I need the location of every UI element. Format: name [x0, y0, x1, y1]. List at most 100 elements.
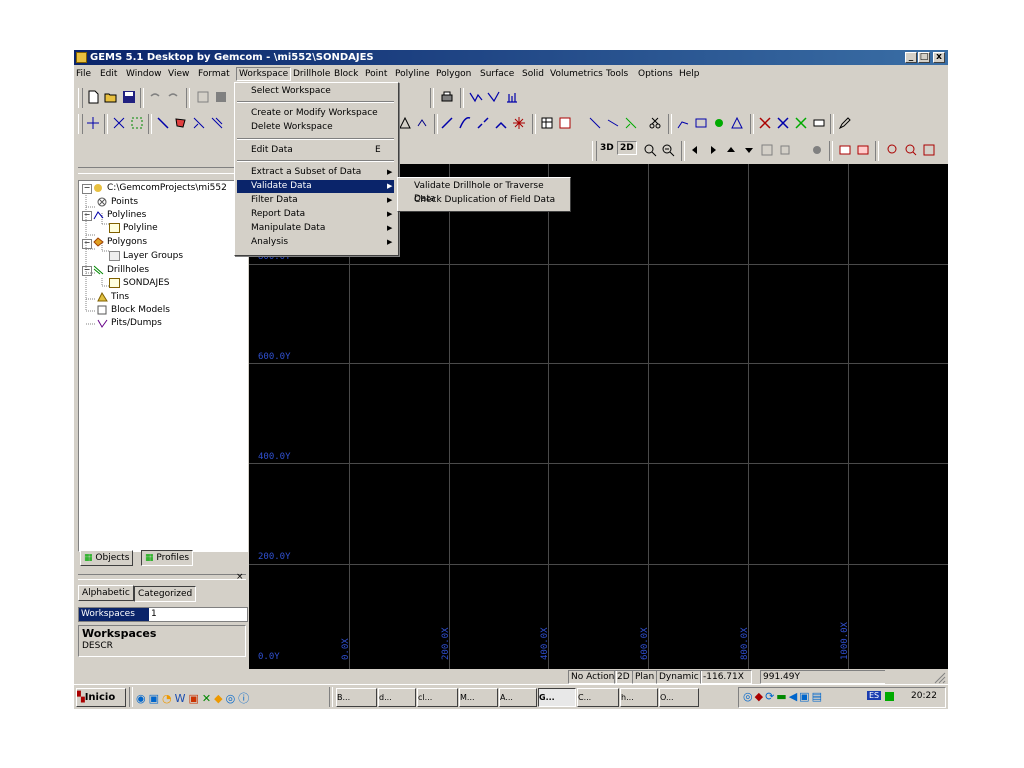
pan-right-icon[interactable] [706, 143, 720, 157]
split-line-icon[interactable] [476, 116, 490, 130]
expand-drillholes-toggle[interactable]: − [82, 266, 92, 276]
gear-icon[interactable] [810, 143, 824, 157]
media-icon[interactable]: ◎ [226, 692, 239, 705]
query-icon[interactable] [904, 143, 918, 157]
menu-workspace[interactable]: Workspace [236, 67, 292, 81]
toolbar-grip[interactable] [78, 114, 83, 134]
powerpoint-icon[interactable]: ▣ [189, 692, 202, 705]
open-folder-icon[interactable] [104, 90, 118, 104]
taskbar-window-8[interactable]: h... [620, 688, 658, 707]
taskbar-window-7[interactable]: C... [577, 688, 619, 707]
tray-icons[interactable]: ◎◆⟳▬◀▣▤ [743, 690, 824, 703]
menu-polygon[interactable]: Polygon [436, 69, 471, 79]
menu-item-create-modify-workspace[interactable]: Create or Modify Workspace [237, 107, 394, 120]
taskbar-window-5[interactable]: A... [499, 688, 537, 707]
menu-format[interactable]: Format [198, 69, 230, 79]
select-area-icon[interactable] [130, 116, 144, 130]
menu-item-check-duplication[interactable]: Check Duplication of Field Data [400, 194, 566, 207]
zoom-window-icon[interactable] [778, 143, 792, 157]
star-icon[interactable] [512, 116, 526, 130]
expand-polygons-toggle[interactable]: − [82, 239, 92, 249]
zoom-previous-icon[interactable] [886, 143, 900, 157]
zoom-out-icon[interactable] [661, 143, 675, 157]
tree-item-polygons[interactable]: Polygons [107, 237, 147, 247]
tree-root-label[interactable]: C:\GemcomProjects\mi552 [107, 183, 227, 193]
add-curve-icon[interactable] [458, 116, 472, 130]
cross-green-icon[interactable] [794, 116, 808, 130]
taskbar-window-gems-active[interactable]: G... [538, 688, 576, 707]
menu-item-select-workspace[interactable]: Select Workspace [237, 85, 394, 98]
tree-item-block-models[interactable]: Block Models [111, 305, 170, 315]
pencil-icon[interactable] [838, 116, 852, 130]
table-icon[interactable] [540, 116, 554, 130]
taskbar-window-2[interactable]: d... [378, 688, 416, 707]
select-points-icon[interactable] [112, 116, 126, 130]
zoom-line-icon[interactable] [588, 116, 602, 130]
menu-item-delete-workspace[interactable]: Delete Workspace [237, 121, 394, 134]
rectangle-tool-icon[interactable] [694, 116, 708, 130]
panel-grip[interactable] [78, 167, 246, 174]
menu-item-filter-data[interactable]: Filter Data ▶ [237, 194, 394, 207]
layer-red-alt-icon[interactable] [856, 143, 870, 157]
triangle-outline-icon[interactable] [730, 116, 744, 130]
new-file-icon[interactable] [86, 90, 100, 104]
view-2d-button[interactable]: 2D [617, 141, 637, 155]
properties-grip[interactable] [78, 574, 246, 580]
tab-categorized[interactable]: Categorized [134, 586, 197, 602]
taskbar-window-3[interactable]: cl... [417, 688, 458, 707]
trace-tool-icon[interactable] [192, 116, 206, 130]
tree-item-sondajes[interactable]: SONDAJES [123, 278, 170, 288]
menu-item-extract-subset[interactable]: Extract a Subset of Data ▶ [237, 166, 394, 179]
menu-edit[interactable]: Edit [100, 69, 117, 79]
drillhole-plot-icon[interactable] [505, 90, 519, 104]
info-icon[interactable]: ⓘ [238, 692, 252, 705]
triangle-icon[interactable] [398, 116, 412, 130]
menu-view[interactable]: View [168, 69, 189, 79]
property-value[interactable]: 1 [151, 608, 157, 621]
polygon-tool-icon[interactable] [174, 116, 188, 130]
toolbar-grip[interactable] [78, 88, 83, 108]
expand-polylines-toggle[interactable]: − [82, 211, 92, 221]
menu-file[interactable]: File [76, 69, 91, 79]
maximize-button[interactable]: □ [918, 52, 930, 63]
drillhole-trace-icon[interactable] [469, 90, 483, 104]
expand-root-toggle[interactable]: − [82, 184, 92, 194]
tree-item-polyline[interactable]: Polyline [123, 223, 158, 233]
menu-block[interactable]: Block [334, 69, 358, 79]
drillhole-section-icon[interactable] [487, 90, 501, 104]
menu-item-manipulate-data[interactable]: Manipulate Data ▶ [237, 222, 394, 235]
tab-alphabetic[interactable]: Alphabetic [78, 585, 134, 601]
point-cloud-icon[interactable] [712, 116, 726, 130]
menu-tools[interactable]: Tools [606, 69, 628, 79]
cube-icon[interactable] [196, 90, 210, 104]
pan-down-icon[interactable] [742, 143, 756, 157]
close-button[interactable]: x [933, 52, 945, 63]
browser-icon[interactable]: ◉ [136, 692, 149, 705]
view-3d-button[interactable]: 3D [600, 143, 614, 153]
table-edit-icon[interactable] [558, 116, 572, 130]
search-icon[interactable]: ◔ [162, 692, 175, 705]
start-button[interactable]: ▚Inicio [76, 688, 126, 707]
title-bar[interactable]: GEMS 5.1 Desktop by Gemcom - \mi552\SOND… [74, 50, 948, 65]
cross-red-icon[interactable] [758, 116, 772, 130]
label-icon[interactable] [812, 116, 826, 130]
menu-point[interactable]: Point [365, 69, 387, 79]
zoom-extents-icon[interactable] [760, 143, 774, 157]
undo-icon[interactable] [148, 90, 162, 104]
tab-profiles[interactable]: ▦ Profiles [141, 550, 194, 566]
offset-line-icon[interactable] [606, 116, 620, 130]
redo-icon[interactable] [166, 90, 180, 104]
menu-surface[interactable]: Surface [480, 69, 514, 79]
merge-line-icon[interactable] [624, 116, 638, 130]
tree-item-points[interactable]: Points [111, 197, 138, 207]
zoom-all-icon[interactable] [922, 143, 936, 157]
tree-item-pits-dumps[interactable]: Pits/Dumps [111, 318, 162, 328]
move-icon[interactable] [86, 116, 100, 130]
line-tool-icon[interactable] [156, 116, 170, 130]
solid-icon[interactable] [214, 90, 228, 104]
word-icon[interactable]: W [175, 692, 189, 705]
property-row[interactable]: Workspaces 1 [78, 607, 248, 622]
add-line-icon[interactable] [440, 116, 454, 130]
menu-item-validate-drillhole[interactable]: Validate Drillhole or Traverse Data [400, 180, 566, 204]
save-icon[interactable] [122, 90, 136, 104]
